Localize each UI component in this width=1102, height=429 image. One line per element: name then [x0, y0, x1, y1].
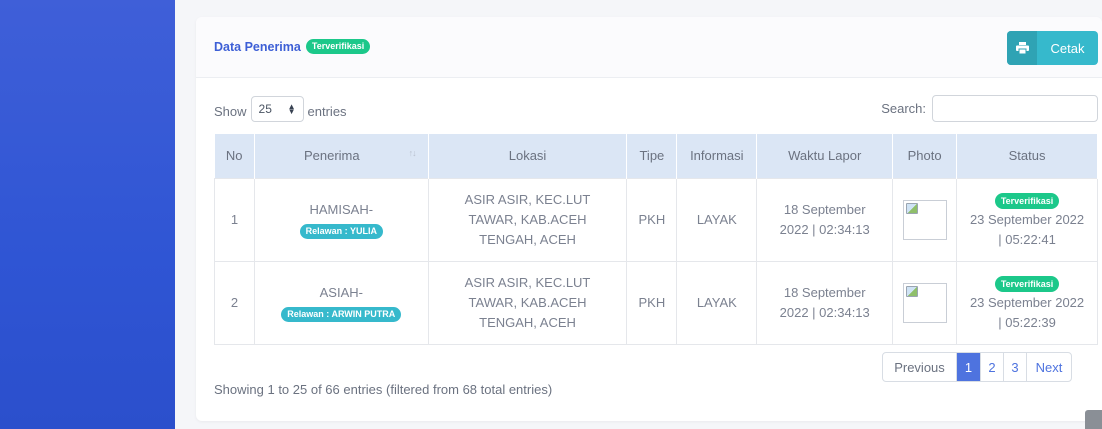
card-title: Data Penerima Terverifikasi: [214, 39, 371, 54]
col-header-recipient[interactable]: Penerima ↑↓: [254, 134, 429, 178]
location-text: ASIR ASIR, KEC.LUT TAWAR, KAB.ACEH TENGA…: [464, 191, 591, 247]
recipient-name: HAMISAH-: [309, 201, 374, 217]
data-card: Data Penerima Terverifikasi Cetak Show 2…: [196, 17, 1102, 421]
table-controls: Show 25 ▲ ▼ entries Search:: [214, 95, 1098, 123]
entries-length: Show 25 ▲ ▼ entries: [214, 96, 347, 122]
cell-photo: [892, 260, 958, 345]
report-time-text: 18 September 2022 | 02:34:13: [779, 201, 870, 237]
col-header-photo[interactable]: Photo: [892, 134, 958, 178]
table-header-row: No Penerima ↑↓ Lokasi Tipe Informasi Wakt…: [214, 134, 1098, 178]
print-button-label: Cetak: [1050, 40, 1085, 56]
status-badge: Terverifikasi: [994, 192, 1060, 209]
col-header-location[interactable]: Lokasi: [428, 134, 628, 178]
volunteer-badge: Relawan : YULIA: [299, 223, 383, 239]
cell-info: LAYAK: [676, 260, 758, 345]
cell-info: LAYAK: [676, 177, 758, 262]
scroll-to-top-button[interactable]: [1085, 410, 1102, 429]
printer-icon: [1007, 31, 1037, 65]
search-input[interactable]: [932, 95, 1098, 122]
card-title-text: Data Penerima: [214, 39, 301, 54]
cell-recipient: HAMISAH- Relawan : YULIA: [253, 177, 429, 262]
broken-image-icon[interactable]: [902, 199, 947, 240]
cell-location: ASIR ASIR, KEC.LUT TAWAR, KAB.ACEH TENGA…: [427, 260, 628, 345]
table-row: 1 HAMISAH- Relawan : YULIA ASIR ASIR, KE…: [214, 177, 1098, 262]
pagination-page-1[interactable]: 1: [957, 353, 981, 381]
col-header-report-time[interactable]: Waktu Lapor: [756, 134, 894, 178]
sidebar: [0, 0, 175, 429]
cell-report-time: 18 September 2022 | 02:34:13: [756, 260, 894, 345]
col-header-status[interactable]: Status: [956, 134, 1098, 178]
col-header-info[interactable]: Informasi: [676, 134, 758, 178]
pagination-next[interactable]: Next: [1027, 353, 1071, 381]
col-header-no[interactable]: No: [214, 134, 255, 178]
pagination-page-3[interactable]: 3: [1004, 353, 1027, 381]
print-button[interactable]: Cetak: [1007, 31, 1098, 65]
status-time: 23 September 2022 | 05:22:39: [969, 294, 1085, 330]
search-label: Search:: [881, 101, 926, 116]
cell-type: PKH: [626, 260, 678, 345]
broken-image-icon[interactable]: [902, 282, 947, 323]
cell-report-time: 18 September 2022 | 02:34:13: [756, 177, 894, 262]
cell-status: Terverifikasi 23 September 2022 | 05:22:…: [956, 177, 1098, 262]
table-info: Showing 1 to 25 of 66 entries (filtered …: [214, 382, 553, 397]
entries-label: entries: [307, 103, 347, 119]
pagination-page-2[interactable]: 2: [981, 353, 1004, 381]
cell-recipient: ASIAH- Relawan : ARWIN PUTRA: [253, 260, 429, 345]
sort-icon: ↑↓: [408, 148, 417, 159]
cell-no: 1: [214, 177, 255, 262]
pagination-previous[interactable]: Previous: [883, 353, 957, 381]
entries-select-value: 25: [258, 102, 272, 116]
status-time: 23 September 2022 | 05:22:41: [969, 211, 1085, 247]
col-header-type[interactable]: Tipe: [626, 134, 678, 178]
volunteer-badge: Relawan : ARWIN PUTRA: [281, 306, 402, 322]
updown-chevron-icon: ▲ ▼: [287, 102, 296, 116]
card-header: Data Penerima Terverifikasi Cetak: [196, 17, 1102, 78]
cell-photo: [892, 177, 958, 262]
verified-badge: Terverifikasi: [305, 39, 371, 54]
cell-no: 2: [214, 260, 255, 345]
pagination: Previous 1 2 3 Next: [882, 352, 1072, 382]
cell-status: Terverifikasi 23 September 2022 | 05:22:…: [956, 260, 1098, 345]
report-time-text: 18 September 2022 | 02:34:13: [779, 284, 870, 320]
status-badge: Terverifikasi: [994, 275, 1060, 292]
recipient-name: ASIAH-: [319, 284, 363, 300]
table-row: 2 ASIAH- Relawan : ARWIN PUTRA ASIR ASIR…: [214, 260, 1098, 345]
entries-select[interactable]: 25 ▲ ▼: [250, 96, 304, 122]
recipients-table: No Penerima ↑↓ Lokasi Tipe Informasi Wakt…: [214, 134, 1098, 345]
cell-type: PKH: [626, 177, 678, 262]
search-area: Search:: [881, 95, 1098, 122]
show-label: Show: [214, 103, 247, 119]
location-text: ASIR ASIR, KEC.LUT TAWAR, KAB.ACEH TENGA…: [464, 274, 591, 330]
cell-location: ASIR ASIR, KEC.LUT TAWAR, KAB.ACEH TENGA…: [427, 177, 628, 262]
